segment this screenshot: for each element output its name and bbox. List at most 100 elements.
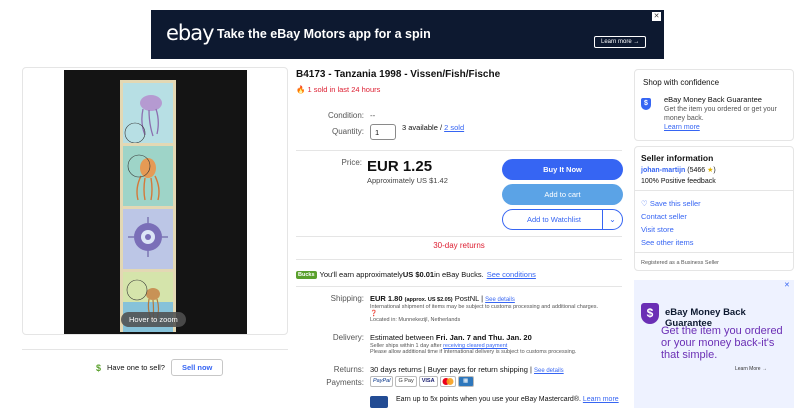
add-to-watchlist-button[interactable]: Add to Watchlist ⌄ xyxy=(502,209,623,230)
close-icon[interactable]: ✕ xyxy=(652,12,661,21)
delivery-prefix: Estimated between xyxy=(370,333,436,342)
divider xyxy=(635,252,793,253)
guarantee-description: Get the item you ordered or get your mon… xyxy=(664,106,777,122)
seller-score-close: ) xyxy=(713,167,716,174)
stamp-octopus-picture xyxy=(123,146,173,206)
condition-value: -- xyxy=(370,111,376,120)
sold-count-link[interactable]: 2 sold xyxy=(444,123,464,132)
quantity-input[interactable]: 1 xyxy=(370,124,396,140)
divider xyxy=(296,150,622,151)
availability-text: 3 available / 2 sold xyxy=(402,123,464,132)
mastercard-promo: Earn up to 5x points when you use your e… xyxy=(396,395,626,404)
condition-label: Condition: xyxy=(327,111,364,120)
payment-methods: PayPal G Pay VISA ▦ xyxy=(370,376,474,387)
returns-banner: 30-day returns xyxy=(433,241,485,250)
banner-learn-more-button[interactable]: Learn more → xyxy=(594,36,647,48)
shield-icon: $ xyxy=(641,98,651,110)
buy-it-now-button[interactable]: Buy It Now xyxy=(502,159,623,180)
save-seller-link[interactable]: ♡ Save this seller xyxy=(641,199,701,208)
sold-text: 1 sold in last 24 hours xyxy=(307,85,381,94)
returns-label: Returns: xyxy=(333,365,364,374)
shipping-see-details-link[interactable]: See details xyxy=(485,297,515,303)
seller-information-panel: Seller information johan-martijn (5466 ★… xyxy=(634,146,794,271)
stamp-strip-picture xyxy=(120,80,176,332)
delivery-dates: Fri. Jan. 7 and Thu. Jan. 20 xyxy=(435,333,532,342)
returns-see-details-link[interactable]: See details xyxy=(534,368,564,374)
contact-seller-link[interactable]: Contact seller xyxy=(641,212,687,221)
divider xyxy=(22,349,288,350)
google-pay-icon: G Pay xyxy=(395,376,417,387)
product-image[interactable] xyxy=(64,70,247,334)
mastercard-learn-more-link[interactable]: Learn more xyxy=(583,396,619,403)
paypal-icon: PayPal xyxy=(370,376,394,387)
seller-score: (5466 xyxy=(685,167,708,174)
shipping-price: EUR 1.80 xyxy=(370,294,403,303)
seller-name-link[interactable]: johan-martijn xyxy=(641,167,685,174)
divider xyxy=(296,236,622,237)
bucks-suffix: in eBay Bucks. xyxy=(434,270,484,279)
business-seller-note: Registered as a Business Seller xyxy=(641,260,719,266)
watchlist-label: Add to Watchlist xyxy=(527,215,581,224)
ebay-mastercard-icon xyxy=(370,396,388,408)
seller-feedback: 100% Positive feedback xyxy=(641,178,716,185)
stamp-jellyfish-picture xyxy=(123,83,173,143)
dollar-icon: $ xyxy=(96,362,102,373)
sell-prompt: Have one to sell? xyxy=(107,363,165,372)
ebay-bucks-logo: Bucks xyxy=(296,270,317,279)
help-icon[interactable]: ❓ xyxy=(370,310,625,317)
bucks-text: You'll earn approximately xyxy=(319,270,403,279)
sell-now-button[interactable]: Sell now xyxy=(170,359,224,376)
shipping-carrier: PostNL | xyxy=(454,294,486,303)
top-ad-banner[interactable]: ebay Take the eBay Motors app for a spin… xyxy=(151,10,664,59)
listing-title: B4173 - Tanzania 1998 - Vissen/Fish/Fisc… xyxy=(296,69,501,80)
amex-icon: ▦ xyxy=(457,376,474,387)
guarantee-title: eBay Money Back Guarantee xyxy=(664,95,762,104)
hover-to-zoom-hint: Hover to zoom xyxy=(121,312,186,327)
delivery-note-2: Please allow additional time if internat… xyxy=(370,349,577,355)
ebay-bucks-row: Bucks You'll earn approximately US $0.01… xyxy=(296,270,536,279)
shipping-label: Shipping: xyxy=(330,294,364,303)
confidence-heading: Shop with confidence xyxy=(643,78,720,87)
visa-icon: VISA xyxy=(418,376,438,387)
returns-value: 30 days returns | Buyer pays for return … xyxy=(370,365,564,374)
sell-one-row: $ Have one to sell? Sell now xyxy=(96,359,224,376)
banner-headline: Take the eBay Motors app for a spin xyxy=(217,27,431,41)
mastercard-icon xyxy=(439,376,456,387)
flame-icon: 🔥 xyxy=(296,85,306,94)
add-to-cart-button[interactable]: Add to cart xyxy=(502,184,623,205)
visit-store-link[interactable]: Visit store xyxy=(641,225,674,234)
chevron-down-icon[interactable]: ⌄ xyxy=(602,210,622,229)
sold-badge: 🔥 1 sold in last 24 hours xyxy=(296,85,380,94)
delivery-value: Estimated between Fri. Jan. 7 and Thu. J… xyxy=(370,333,625,355)
bucks-amount: US $0.01 xyxy=(402,270,435,279)
see-conditions-link[interactable]: See conditions xyxy=(487,270,536,279)
shop-with-confidence-panel: Shop with confidence $ eBay Money Back G… xyxy=(634,69,794,141)
ad-body: Get the item you ordered or your money b… xyxy=(661,325,783,361)
save-seller-label: Save this seller xyxy=(649,199,701,208)
shield-dollar-icon: $ xyxy=(641,303,659,324)
divider xyxy=(296,286,622,287)
approx-price: Approximately US $1.42 xyxy=(367,176,448,185)
mastercard-text: Earn up to 5x points when you use your e… xyxy=(396,396,583,403)
close-icon[interactable]: ✕ xyxy=(784,282,792,290)
delivery-label: Delivery: xyxy=(332,333,364,342)
ad-learn-more-link[interactable]: Learn More → xyxy=(735,366,767,372)
shipping-approx: (approx. US $2.05) xyxy=(404,297,453,303)
seller-name-row: johan-martijn (5466 ★) xyxy=(641,166,716,174)
shipping-note: International shipment of items may be s… xyxy=(370,304,599,310)
stamp-sea-urchin-picture xyxy=(123,209,173,269)
heart-icon: ♡ xyxy=(641,199,648,208)
ebay-logo: ebay xyxy=(166,21,215,45)
price-value: EUR 1.25 xyxy=(367,158,433,175)
available-count: 3 available / xyxy=(402,123,445,132)
quantity-label: Quantity: xyxy=(331,127,364,136)
shipping-value: EUR 1.80 (approx. US $2.05) PostNL | See… xyxy=(370,294,625,323)
divider xyxy=(296,259,622,260)
returns-text: 30 days returns | Buyer pays for return … xyxy=(370,365,534,374)
payments-label: Payments: xyxy=(326,378,364,387)
see-other-items-link[interactable]: See other items xyxy=(641,238,694,247)
seller-heading: Seller information xyxy=(641,153,714,163)
money-back-ad[interactable]: ✕ $ eBay Money Back Guarantee Get the it… xyxy=(634,280,794,408)
divider xyxy=(635,190,793,191)
guarantee-learn-more-link[interactable]: Learn more xyxy=(664,124,700,131)
